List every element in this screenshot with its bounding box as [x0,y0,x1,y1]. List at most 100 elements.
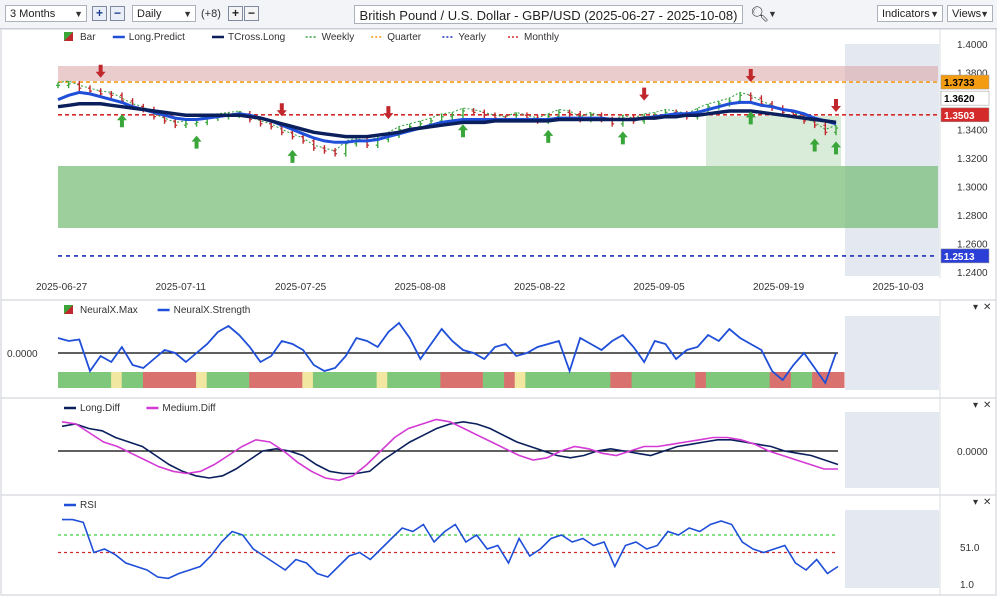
neural-state-cell [270,372,282,388]
neural-state-cell [164,372,176,388]
neural-state-cell [801,372,813,388]
legend-label: Weekly [322,32,355,43]
neural-state-cell [833,372,845,388]
neural-state-cell [58,372,70,388]
y-tick-label: 1.2800 [957,211,988,222]
neural-state-cell [291,372,303,388]
price-label: 1.3733 [944,78,975,89]
neural-state-cell [567,372,579,388]
neural-state-cell [514,372,526,388]
price-label: 1.3503 [944,111,975,122]
neural-state-cell [132,372,144,388]
neural-state-cell [727,372,739,388]
neural-state-cell [759,372,771,388]
neural-state-cell [68,372,80,388]
neural-state-cell [312,372,325,388]
neural-state-cell [589,372,601,388]
legend-label: Yearly [458,32,485,43]
neural-state-cell [100,372,112,388]
neural-state-cell [334,372,346,388]
legend-label: Monthly [524,32,559,43]
forecast-band [706,116,841,166]
neural-state-cell [674,372,686,388]
projection-zone [845,316,939,390]
neural-state-cell [185,372,197,388]
neural-state-cell [716,372,728,388]
support-band [58,166,938,228]
y-tick-label: 1.3200 [957,154,988,165]
x-tick-label: 2025-09-05 [634,282,686,293]
close-icon: ✕ [983,302,991,313]
neural-state-cell [196,372,208,388]
projection-zone [845,412,939,488]
x-tick-label: 2025-08-08 [395,282,447,293]
neural-state-cell [790,372,803,388]
neural-state-cell [695,372,707,388]
neural-state-cell [599,372,611,388]
neural-state-cell [227,372,240,388]
legend-label: TCross.Long [228,32,285,43]
neural-state-cell [238,372,250,388]
neural-state-cell [504,372,516,388]
legend-label: RSI [80,500,97,511]
neural-state-cell [429,372,441,388]
legend-label: Medium.Diff [162,403,215,414]
y-tick-label: 51.0 [960,543,980,554]
y-tick-label: 1.2400 [957,268,988,279]
y-tick-label: 1.3400 [957,126,988,137]
neural-state-cell [631,372,643,388]
y-tick-label: 1.4000 [957,40,988,51]
neural-state-cell [748,372,760,388]
neural-state-cell [302,372,314,388]
close-icon: ✕ [983,497,991,508]
neural-state-cell [451,372,463,388]
resistance-band [58,66,938,81]
neural-state-cell [578,372,590,388]
neural-state-cell [355,372,367,388]
neural-state-cell [344,372,356,388]
neural-state-cell [461,372,473,388]
neural-state-cell [142,372,155,388]
neural-state-cell [249,372,261,388]
chevron-down-icon: ▾ [973,302,978,313]
legend-label: NeuralX.Max [80,305,138,316]
neural-state-cell [705,372,718,388]
legend-label: Bar [80,32,96,43]
legend-label: NeuralX.Strength [174,305,251,316]
y-tick-label: 1.0 [960,580,974,591]
neural-state-cell [610,372,622,388]
neural-state-cell [217,372,229,388]
neural-state-cell [737,372,749,388]
neural-state-cell [174,372,186,388]
neural-state-cell [684,372,696,388]
x-tick-label: 2025-09-19 [753,282,805,293]
neural-state-cell [652,372,664,388]
neural-state-cell [376,372,388,388]
neural-state-cell [153,372,165,388]
neural-state-cell [493,372,505,388]
neural-state-cell [397,372,410,388]
neural-state-cell [546,372,558,388]
close-icon: ✕ [983,400,991,411]
neural-state-cell [620,372,633,388]
y-tick-label: 0.0000 [7,349,38,360]
chevron-down-icon: ▾ [973,400,978,411]
x-tick-label: 2025-10-03 [873,282,925,293]
neural-state-cell [281,372,293,388]
neural-state-cell [482,372,494,388]
neural-state-cell [535,372,548,388]
neural-state-cell [440,372,452,388]
neural-state-cell [79,372,91,388]
neural-state-cell [663,372,675,388]
neural-state-cell [525,372,537,388]
chevron-down-icon: ▾ [973,497,978,508]
neural-state-cell [206,372,218,388]
x-tick-label: 2025-06-27 [36,282,88,293]
neural-state-cell [557,372,569,388]
x-tick-label: 2025-08-22 [514,282,566,293]
price-label: 1.3620 [944,94,975,105]
neural-state-cell [642,372,654,388]
neural-state-cell [812,372,824,388]
neural-state-cell [408,372,420,388]
chart-area[interactable]: 1.40001.38001.36001.34001.32001.30001.28… [0,0,997,599]
